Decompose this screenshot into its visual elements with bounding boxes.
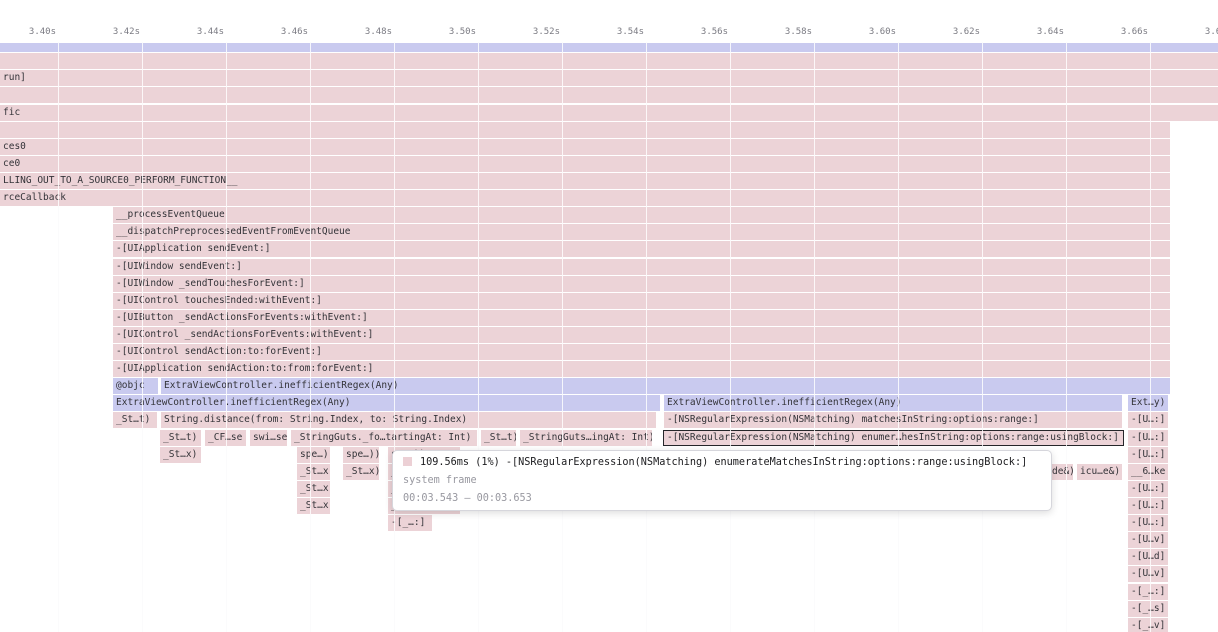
time-gridline xyxy=(226,42,227,632)
flame-cell[interactable]: ce0 xyxy=(0,156,1170,172)
flame-cell[interactable]: Ext…y) xyxy=(1128,395,1168,411)
tooltip-title: 109.56ms (1%) -[NSRegularExpression(NSMa… xyxy=(420,457,1027,468)
flame-cell[interactable]: -[U…v] xyxy=(1128,532,1168,548)
time-gridline xyxy=(310,42,311,632)
flame-cell[interactable] xyxy=(0,43,1218,52)
flame-cell[interactable]: _St…x) xyxy=(297,464,330,480)
flame-cell[interactable]: _St…t) xyxy=(113,412,157,428)
time-label: 3.62s xyxy=(918,27,980,37)
flame-cell[interactable]: -[UIApplication sendAction:to:from:forEv… xyxy=(113,361,1170,377)
flame-cell[interactable]: _St…x) xyxy=(343,464,379,480)
category-color-swatch-icon xyxy=(403,457,412,466)
flame-cell[interactable] xyxy=(0,122,1170,138)
flame-cell[interactable]: fic xyxy=(0,105,1218,121)
time-label: 3.60s xyxy=(834,27,896,37)
flame-cell[interactable]: rceCallback xyxy=(0,190,1170,206)
flame-cell[interactable]: -[UIWindow sendEvent:] xyxy=(113,259,1170,275)
time-label: 3.58s xyxy=(750,27,812,37)
time-gridline xyxy=(142,42,143,632)
flame-cell[interactable]: ExtraViewController.inefficientRegex(Any… xyxy=(161,378,1170,394)
time-label: 3.54s xyxy=(582,27,644,37)
time-label: 3.42s xyxy=(78,27,140,37)
flame-cell[interactable]: run] xyxy=(0,70,1218,86)
time-gridline xyxy=(982,42,983,632)
time-gridline xyxy=(730,42,731,632)
time-gridline xyxy=(1066,42,1067,632)
time-label: 3.40s xyxy=(0,27,56,37)
time-gridline xyxy=(646,42,647,632)
flame-cell[interactable]: swi…se xyxy=(250,430,287,446)
flame-cell[interactable] xyxy=(0,53,1218,69)
flame-cell-selected[interactable]: -[NSRegularExpression(NSMatching) enumer… xyxy=(663,430,1124,446)
flame-cell[interactable]: __6…ke xyxy=(1128,464,1168,480)
time-label: 3.68s xyxy=(1170,27,1218,37)
flame-cell[interactable]: ces0 xyxy=(0,139,1170,155)
flame-cell[interactable]: -[UIControl sendAction:to:forEvent:] xyxy=(113,344,1170,360)
flame-cell[interactable]: -[UIControl _sendActionsForEvents:withEv… xyxy=(113,327,1170,343)
flame-cell[interactable]: spe…)) xyxy=(343,447,379,463)
flame-cell[interactable]: String.distance(from: String.Index, to: … xyxy=(161,412,656,428)
flame-cell[interactable]: -[NSRegularExpression(NSMatching) matche… xyxy=(664,412,1122,428)
flame-cell[interactable]: _St…t) xyxy=(481,430,516,446)
time-label: 3.46s xyxy=(246,27,308,37)
time-label: 3.48s xyxy=(330,27,392,37)
time-gridline xyxy=(394,42,395,632)
flame-cell[interactable]: icu…e&) xyxy=(1077,464,1122,480)
tooltip-time-range: 00:03.543 – 00:03.653 xyxy=(403,490,1041,508)
flame-cell[interactable]: ExtraViewController.inefficientRegex(Any… xyxy=(113,395,660,411)
flame-cell[interactable]: @objc xyxy=(113,378,158,394)
flame-cell[interactable]: -[U…:] xyxy=(1128,412,1168,428)
flame-chart[interactable]: 3.40s 3.42s 3.44s 3.46s 3.48s 3.50s 3.52s 3.54s… xyxy=(0,0,1218,632)
tooltip-subtitle: system frame xyxy=(403,472,1041,490)
flame-cell[interactable]: _St…x) xyxy=(297,481,330,497)
flame-cell[interactable]: _St…x) xyxy=(297,498,330,514)
time-gridline xyxy=(1150,42,1151,632)
flame-cell[interactable]: _StringGuts…ingAt: Int) xyxy=(520,430,652,446)
time-label: 3.56s xyxy=(666,27,728,37)
time-label: 3.64s xyxy=(1002,27,1064,37)
flame-cell[interactable]: spe…)) xyxy=(297,447,330,463)
flame-cell[interactable]: ExtraViewController.inefficientRegex(Any… xyxy=(664,395,1122,411)
time-gridline xyxy=(562,42,563,632)
flame-cell[interactable]: -[UIApplication sendEvent:] xyxy=(113,241,1170,257)
time-gridline xyxy=(814,42,815,632)
time-label: 3.52s xyxy=(498,27,560,37)
flame-cell[interactable]: _St…x) xyxy=(160,447,201,463)
time-gridline xyxy=(478,42,479,632)
flame-cell[interactable]: -[_…v] xyxy=(1128,618,1168,632)
time-label: 3.44s xyxy=(162,27,224,37)
tooltip-title-line: 109.56ms (1%) -[NSRegularExpression(NSMa… xyxy=(403,454,1041,472)
time-gridline xyxy=(898,42,899,632)
flame-cell[interactable] xyxy=(0,87,1218,103)
flame-cell[interactable]: -[U…d] xyxy=(1128,549,1168,565)
flame-cell[interactable]: __processEventQueue xyxy=(113,207,1170,223)
flame-cell[interactable]: -[U…:] xyxy=(1128,430,1168,446)
flame-cell[interactable]: -[UIWindow _sendTouchesForEvent:] xyxy=(113,276,1170,292)
flame-cell[interactable]: de&) xyxy=(1049,464,1073,480)
flame-cell[interactable]: -[_…:] xyxy=(1128,584,1168,600)
time-gridline xyxy=(58,42,59,632)
flame-cell[interactable]: -[U…:] xyxy=(1128,447,1168,463)
flame-cell[interactable]: __dispatchPreprocessedEventFromEventQueu… xyxy=(113,224,1170,240)
flame-cell[interactable]: -[U…:] xyxy=(1128,515,1168,531)
flame-cell[interactable]: -[U…:] xyxy=(1128,498,1168,514)
flame-cell[interactable]: LLING_OUT_TO_A_SOURCE0_PERFORM_FUNCTION_… xyxy=(0,173,1170,189)
flame-cell[interactable]: -[U…v] xyxy=(1128,566,1168,582)
flame-cell[interactable]: _StringGuts._fo…tartingAt: Int) xyxy=(291,430,477,446)
flame-cell[interactable]: -[_…s] xyxy=(1128,601,1168,617)
flame-cell[interactable]: -[U…:] xyxy=(1128,481,1168,497)
flame-cell[interactable]: -[UIButton _sendActionsForEvents:withEve… xyxy=(113,310,1170,326)
time-label: 3.50s xyxy=(414,27,476,37)
time-label: 3.66s xyxy=(1086,27,1148,37)
tooltip: 109.56ms (1%) -[NSRegularExpression(NSMa… xyxy=(392,450,1052,511)
flame-cell[interactable]: -[UIControl touchesEnded:withEvent:] xyxy=(113,293,1170,309)
flame-cell[interactable]: _St…t) xyxy=(160,430,201,446)
